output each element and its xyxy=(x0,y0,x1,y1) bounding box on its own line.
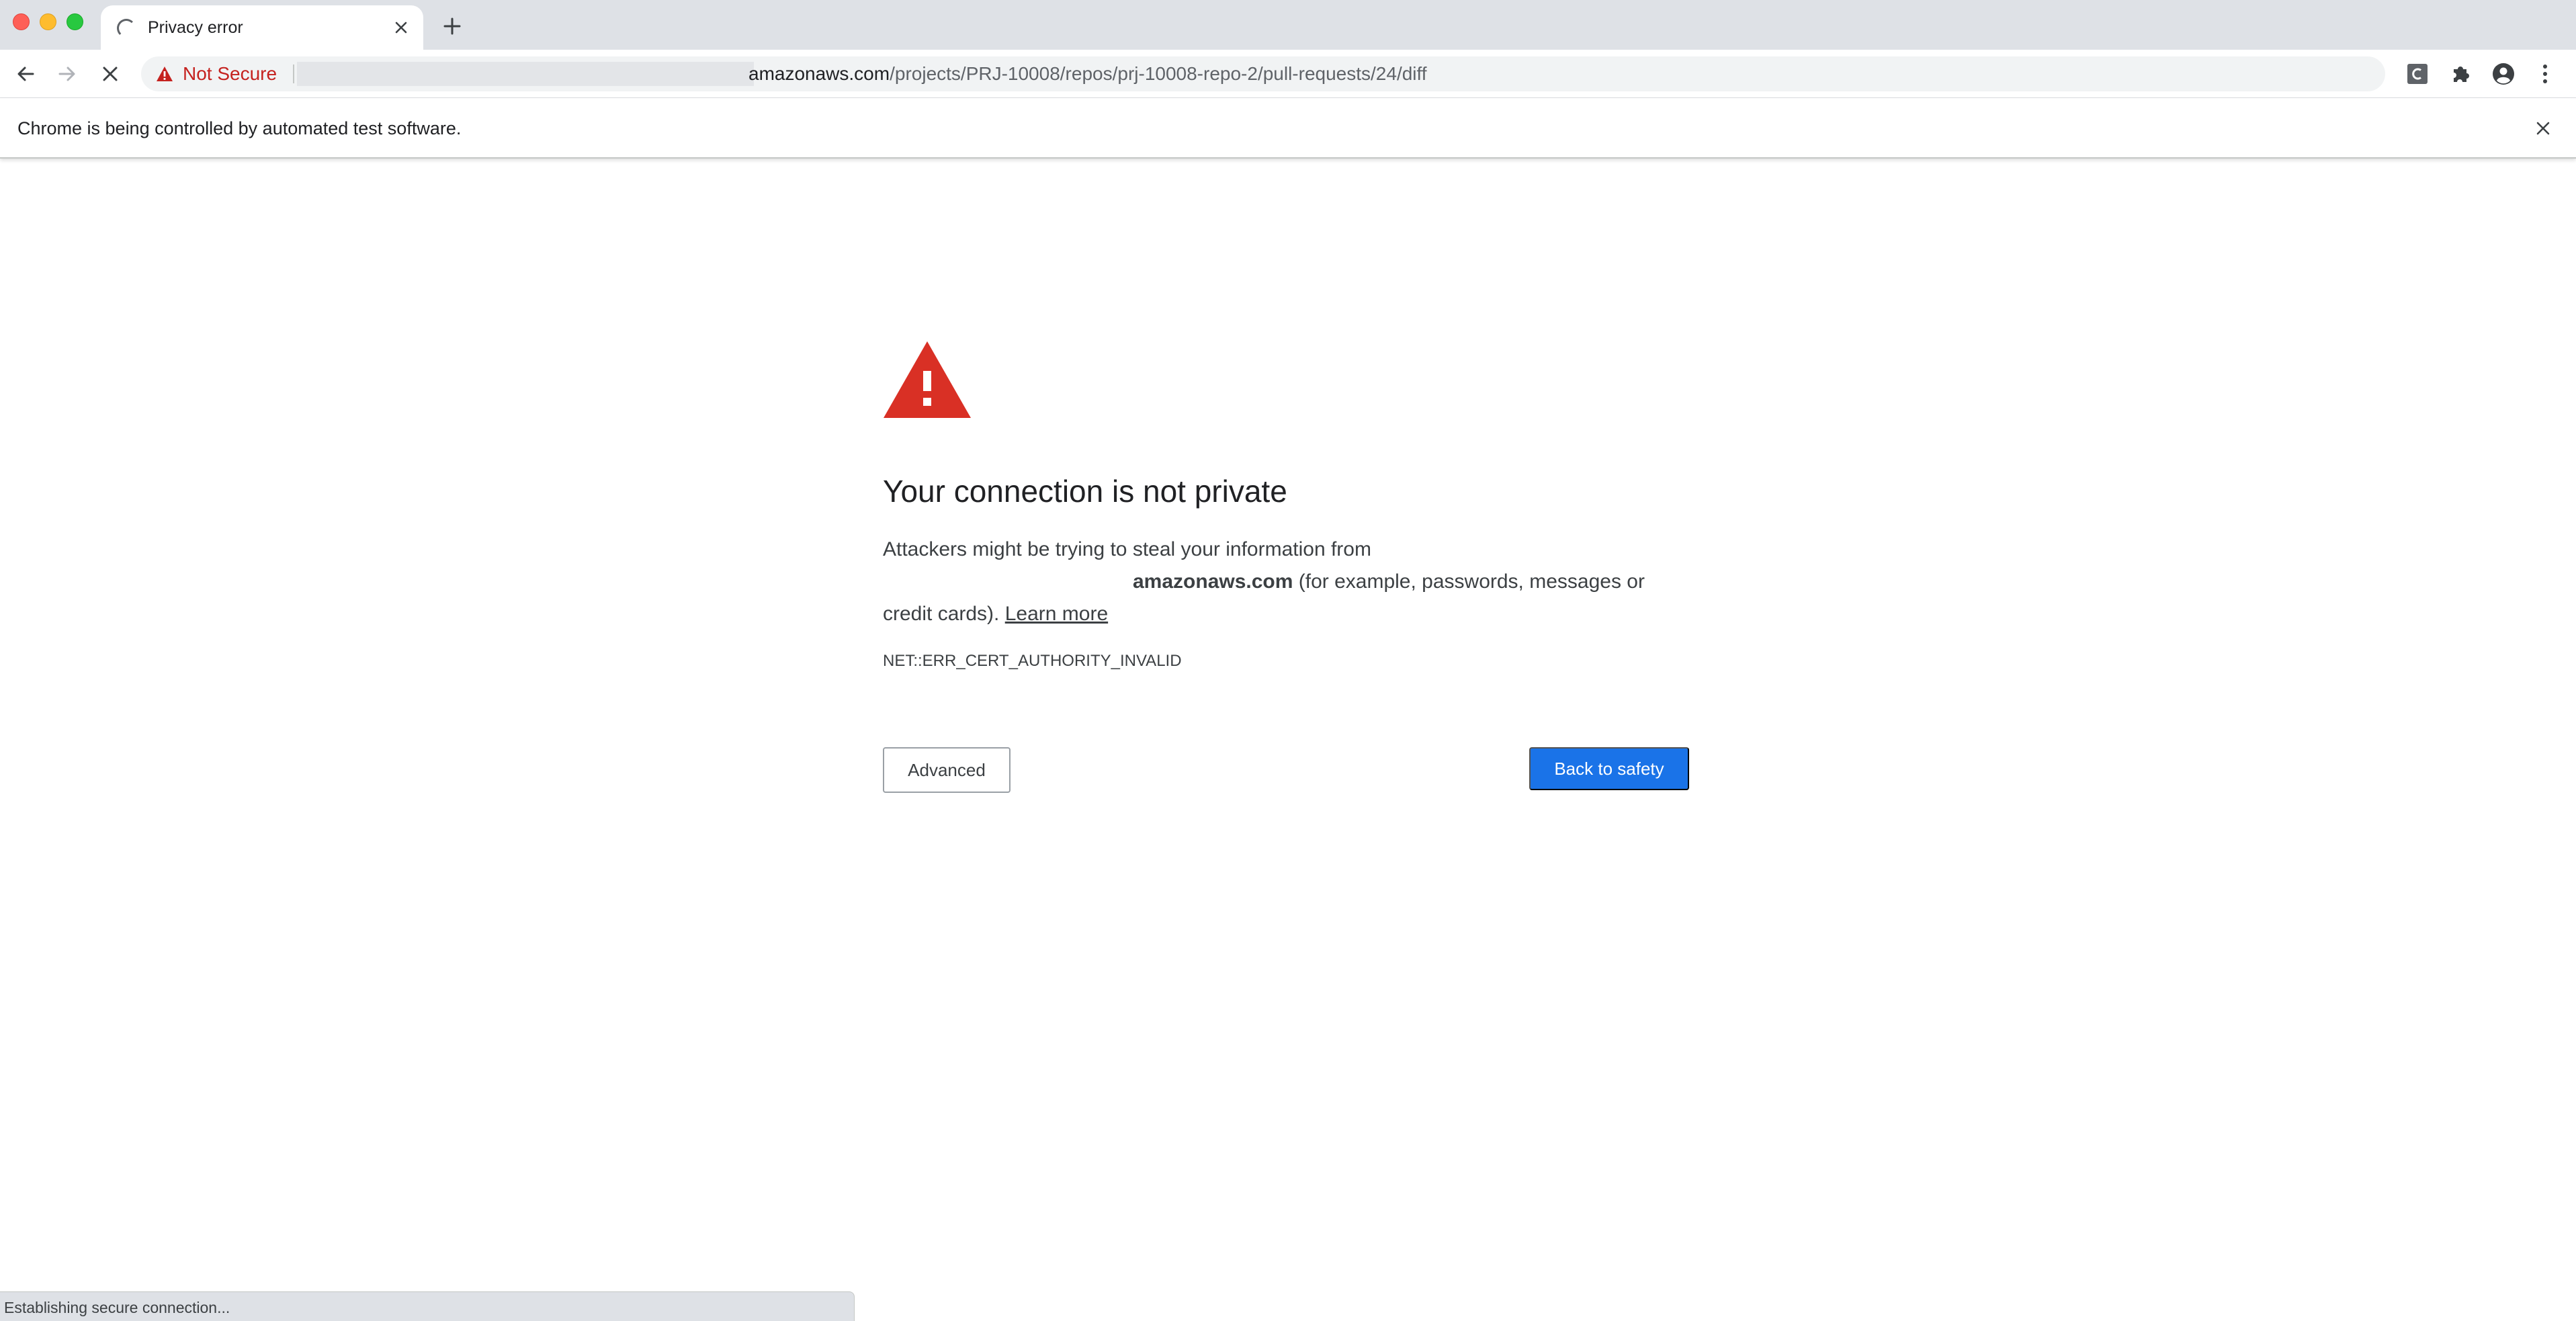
forward-arrow-icon xyxy=(58,67,75,81)
tab-title: Privacy error xyxy=(148,18,243,37)
url-path: /projects/PRJ-10008/repos/prj-10008-repo… xyxy=(890,63,1427,84)
new-tab-button[interactable] xyxy=(438,12,466,40)
automation-infobar: Chrome is being controlled by automated … xyxy=(0,98,2576,159)
address-bar[interactable]: Not Secure amazonaws.com/projects/PRJ-10… xyxy=(141,56,2514,91)
explanation-line-3: credit cards). Learn more xyxy=(883,598,1689,630)
stop-icon xyxy=(103,67,118,81)
infobar-message: Chrome is being controlled by automated … xyxy=(17,118,462,138)
explanation-line-3-text: credit cards). xyxy=(883,603,1005,625)
learn-more-link[interactable]: Learn more xyxy=(1005,603,1108,625)
warning-triangle-icon xyxy=(157,67,173,81)
page-title: Your connection is not private xyxy=(883,474,1287,509)
security-indicator[interactable]: Not Secure xyxy=(156,56,277,91)
forward-button[interactable] xyxy=(54,60,81,87)
not-secure-label: Not Secure xyxy=(183,63,277,84)
tab-privacy-error[interactable]: Privacy error xyxy=(101,5,423,50)
status-text: Establishing secure connection... xyxy=(4,1299,230,1316)
explanation-line-1: Attackers might be trying to steal your … xyxy=(883,538,1371,560)
infobar-close-button[interactable] xyxy=(2532,117,2554,140)
profile-icon xyxy=(2493,63,2514,85)
extension-c-button[interactable] xyxy=(2404,60,2431,87)
puzzle-icon xyxy=(2454,67,2469,82)
tab-strip: Privacy error xyxy=(0,0,2576,50)
advanced-button[interactable]: Advanced xyxy=(883,747,1011,793)
window-maximize-button[interactable] xyxy=(67,13,83,30)
explanation-line-2-rest: (for example, passwords, messages or xyxy=(1293,570,1645,593)
status-bubble: Establishing secure connection... xyxy=(0,1291,855,1321)
window-minimize-button[interactable] xyxy=(40,13,56,30)
stop-button[interactable] xyxy=(97,60,124,87)
url-redacted-region xyxy=(297,62,754,86)
back-button[interactable] xyxy=(12,60,39,87)
menu-button[interactable] xyxy=(2532,60,2559,87)
back-to-safety-button[interactable]: Back to safety xyxy=(1529,747,1689,790)
site-host: amazonaws.com xyxy=(1133,570,1293,593)
explanation-text: Attackers might be trying to steal your … xyxy=(883,534,1689,630)
back-arrow-icon xyxy=(17,67,34,81)
kebab-menu-icon xyxy=(2543,65,2547,83)
profile-button[interactable] xyxy=(2490,60,2517,87)
url-text[interactable]: amazonaws.com/projects/PRJ-10008/repos/p… xyxy=(748,56,1427,91)
error-code[interactable]: NET::ERR_CERT_AUTHORITY_INVALID xyxy=(883,652,1182,671)
plus-icon xyxy=(443,17,461,35)
loading-spinner-icon xyxy=(117,19,136,38)
extension-c-icon xyxy=(2407,64,2428,84)
host-redacted-region xyxy=(883,569,1133,597)
url-host: amazonaws.com xyxy=(748,63,890,84)
tab-close-button[interactable] xyxy=(390,16,413,39)
explanation-line-2: amazonaws.com (for example, passwords, m… xyxy=(883,566,1689,598)
close-icon xyxy=(395,22,407,34)
close-icon xyxy=(2536,122,2550,135)
extensions-button[interactable] xyxy=(2447,60,2474,87)
warning-triangle-icon xyxy=(884,341,971,418)
browser-toolbar: Not Secure amazonaws.com/projects/PRJ-10… xyxy=(0,50,2576,98)
omnibox-divider xyxy=(293,65,294,83)
window-close-button[interactable] xyxy=(13,13,30,30)
